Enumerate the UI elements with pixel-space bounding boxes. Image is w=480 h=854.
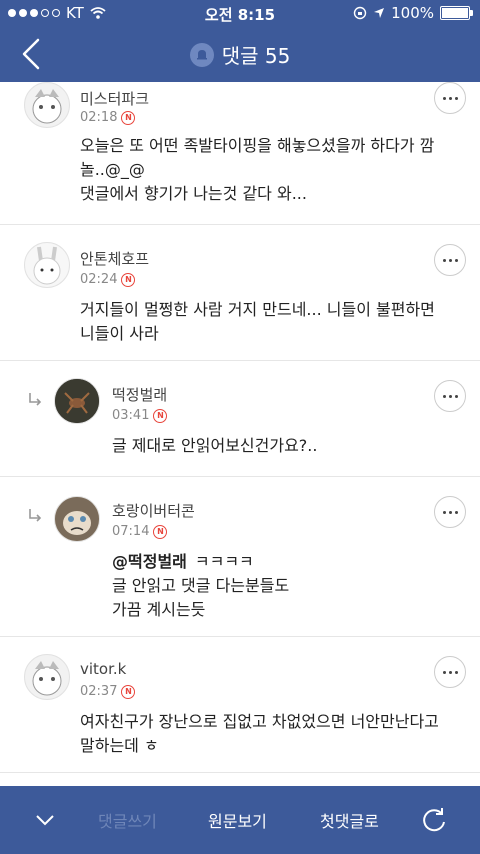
view-original-button[interactable]: 원문보기 — [208, 808, 267, 832]
comment-time: 03:41 N — [112, 408, 168, 423]
comment-author[interactable]: 안톤체호프 — [80, 248, 149, 269]
comment-author[interactable]: 미스터파크 — [80, 88, 149, 109]
first-comment-button[interactable]: 첫댓글로 — [320, 808, 379, 832]
comment-line: 오늘은 또 어떤 족발타이핑을 해놓으셨을까 하다가 깜 — [80, 136, 435, 155]
top-bar: KT 오전 8:15 100% 댓글 55 — [0, 0, 480, 82]
mention-link[interactable]: @떡정벌래 — [112, 552, 187, 571]
new-badge: N — [121, 684, 136, 699]
reply-arrow-icon — [29, 393, 42, 406]
refresh-icon[interactable] — [420, 806, 448, 834]
comment-author[interactable]: 떡정벌래 — [112, 384, 167, 405]
new-badge: N — [121, 272, 136, 287]
comment-author[interactable]: vitor.k — [80, 660, 126, 678]
comment-line: 여자친구가 장난으로 집없고 차없었으면 너안만난다고 — [80, 712, 439, 731]
comment-line: 글 제대로 안읽어보신건가요?.. — [112, 436, 318, 455]
write-comment-button[interactable]: 댓글쓰기 — [98, 808, 157, 832]
time-text: 02:37 — [80, 684, 118, 699]
nav-bar: 댓글 55 — [0, 26, 480, 82]
comment-body: 글 제대로 안읽어보신건가요?.. — [112, 434, 317, 458]
reply-arrow-icon — [29, 509, 42, 522]
battery-icon — [440, 6, 473, 20]
comment-line: @떡정벌래 ㅋㅋㅋㅋ — [112, 550, 289, 574]
more-options-button[interactable] — [434, 496, 466, 528]
comment-item: vitor.k 02:37 N 여자친구가 장난으로 집없고 차없었으면 너안만… — [0, 636, 480, 773]
comment-line: 거지들이 멀쩡한 사람 거지 만드네... 니들이 불편하면 — [80, 300, 435, 319]
more-options-button[interactable] — [434, 656, 466, 688]
rotation-lock-icon — [353, 6, 367, 20]
reply-item: 호랑이버터콘 07:14 N @떡정벌래 ㅋㅋㅋㅋ 글 안읽고 댓글 다는분들도 … — [0, 476, 480, 637]
page-title: 댓글 55 — [0, 40, 480, 69]
comment-line: 가끔 계시는듯 — [112, 600, 206, 619]
comment-author[interactable]: 호랑이버터콘 — [112, 500, 195, 521]
new-badge: N — [153, 408, 168, 423]
comment-item: 미스터파크 02:18 N 오늘은 또 어떤 족발타이핑을 해놓으셨을까 하다가… — [0, 82, 480, 225]
comment-line: 댓글에서 향기가 나는것 같다 와... — [80, 184, 307, 203]
comment-line: 글 안읽고 댓글 다는분들도 — [112, 576, 290, 595]
time-text: 07:14 — [112, 524, 150, 539]
avatar[interactable] — [24, 654, 70, 700]
comment-item: 안톤체호프 02:24 N 거지들이 멀쩡한 사람 거지 만드네... 니들이 … — [0, 224, 480, 361]
time-text: 02:24 — [80, 272, 118, 287]
avatar[interactable] — [54, 378, 100, 424]
comment-time: 02:37 N — [80, 684, 136, 699]
avatar[interactable] — [54, 496, 100, 542]
time-text: 03:41 — [112, 408, 150, 423]
comment-line: 니들이 사라 — [80, 324, 159, 343]
new-badge: N — [153, 524, 168, 539]
comment-line: 놀..@_@ — [80, 160, 145, 179]
comment-text: ㅋㅋㅋㅋ — [194, 552, 254, 571]
comment-body: 거지들이 멀쩡한 사람 거지 만드네... 니들이 불편하면 니들이 사라 — [80, 298, 435, 346]
comment-time: 02:18 N — [80, 110, 136, 125]
more-options-button[interactable] — [434, 82, 466, 114]
comment-body: 오늘은 또 어떤 족발타이핑을 해놓으셨을까 하다가 깜 놀..@_@ 댓글에서… — [80, 134, 434, 206]
more-options-button[interactable] — [434, 244, 466, 276]
chevron-down-icon[interactable] — [35, 814, 55, 828]
comment-body: 여자친구가 장난으로 집없고 차없었으면 너안만난다고 말하는데 ㅎ — [80, 710, 439, 758]
battery-percent: 100% — [391, 4, 434, 22]
new-badge: N — [121, 110, 136, 125]
bottom-toolbar: 댓글쓰기 원문보기 첫댓글로 — [0, 786, 480, 854]
time-text: 02:18 — [80, 110, 118, 125]
comment-time: 07:14 N — [112, 524, 168, 539]
status-bar: KT 오전 8:15 100% — [0, 0, 480, 26]
title-text: 댓글 55 — [221, 44, 291, 68]
avatar[interactable] — [24, 242, 70, 288]
comment-body: @떡정벌래 ㅋㅋㅋㅋ 글 안읽고 댓글 다는분들도 가끔 계시는듯 — [112, 550, 289, 622]
comment-line: 말하는데 ㅎ — [80, 736, 159, 755]
comment-time: 02:24 N — [80, 272, 136, 287]
avatar[interactable] — [24, 82, 70, 128]
reply-item: 떡정벌래 03:41 N 글 제대로 안읽어보신건가요?.. — [0, 360, 480, 477]
bell-icon[interactable] — [189, 42, 214, 67]
more-options-button[interactable] — [434, 380, 466, 412]
comment-list[interactable]: 미스터파크 02:18 N 오늘은 또 어떤 족발타이핑을 해놓으셨을까 하다가… — [0, 82, 480, 786]
location-icon — [374, 8, 385, 18]
